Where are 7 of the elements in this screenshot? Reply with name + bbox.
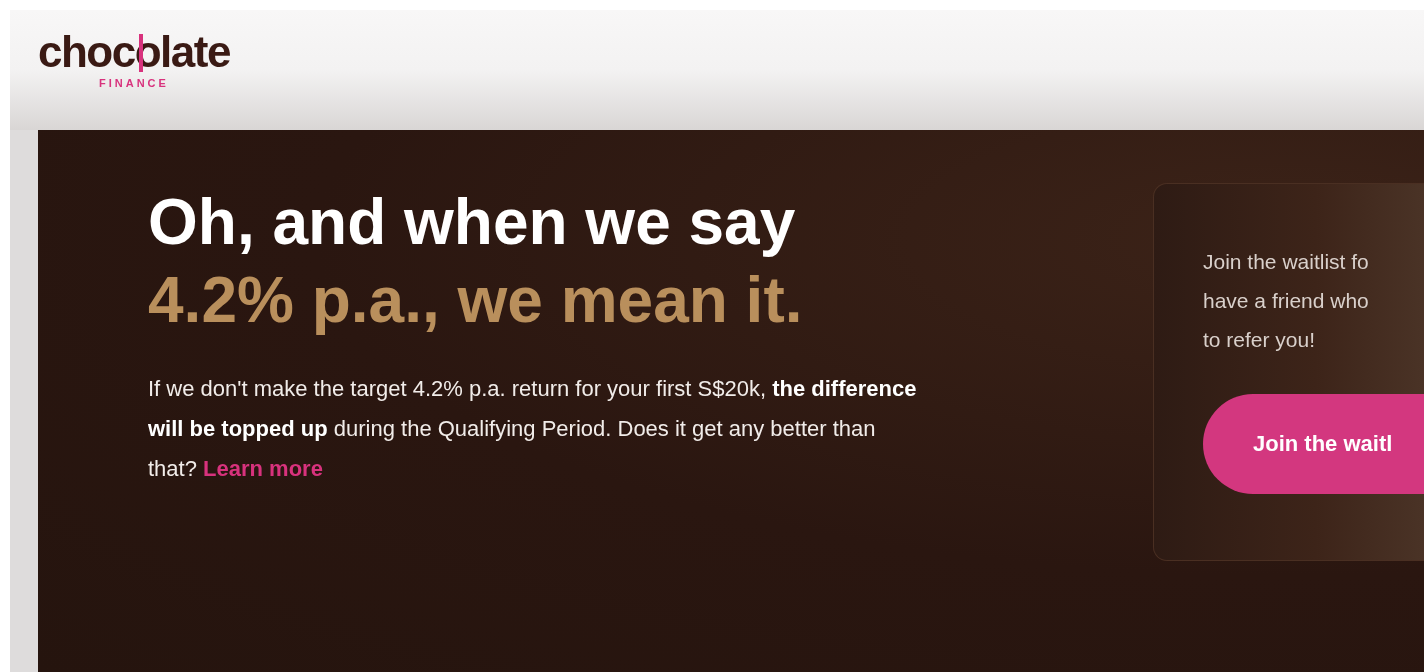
description-paragraph: If we don't make the target 4.2% p.a. return for your first S$20k, the difference will be topped up during the Qualifying Period. Does it get any better than that? Learn more: [148, 375, 918, 483]
logo-tagline: FINANCE: [99, 77, 169, 89]
join-waitlist-button[interactable]: Join the waitl: [1203, 394, 1424, 494]
waitlist-text: Join the waitlist fo have a friend who to refer you!: [1203, 249, 1370, 353]
learn-more-link[interactable]: Learn more: [203, 456, 323, 481]
headline: Oh, and when we say: [148, 185, 797, 260]
headline-highlight: 4.2% p.a., we mean it.: [148, 263, 804, 338]
